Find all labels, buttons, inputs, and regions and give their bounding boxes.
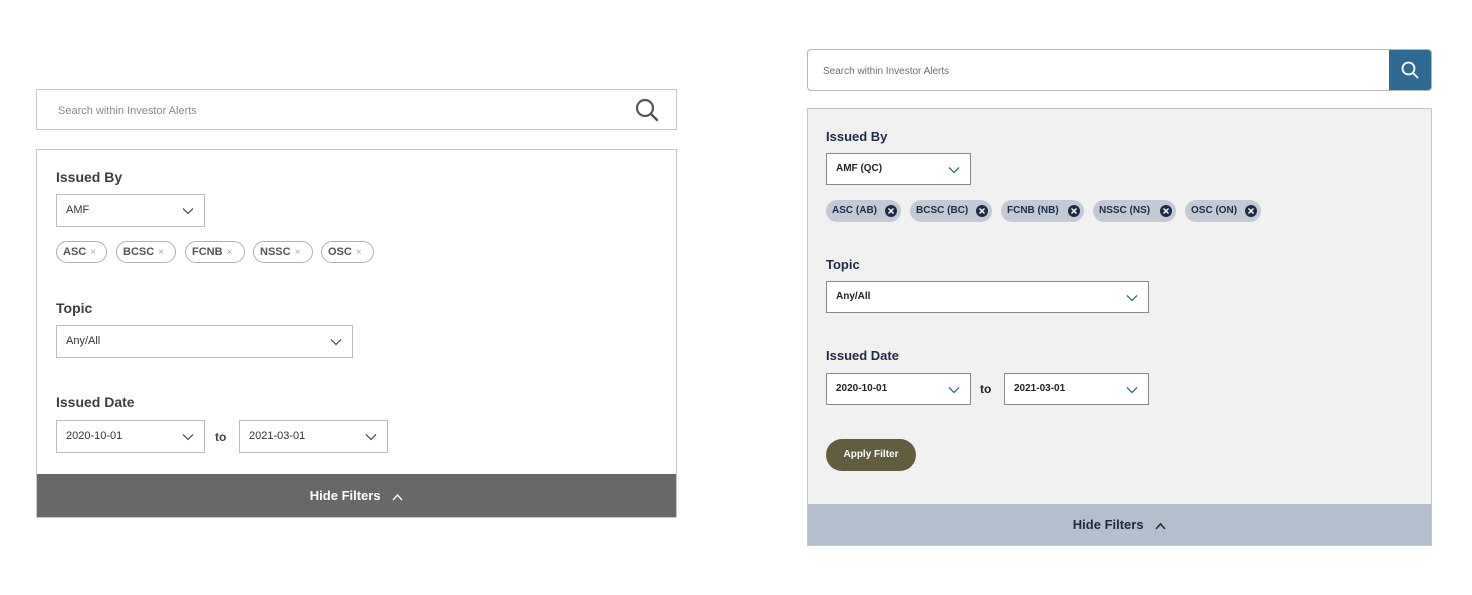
hide-filters-button[interactable]: Hide Filters <box>37 474 676 517</box>
chip-nssc-ns[interactable]: NSSC (NS) <box>1093 200 1176 222</box>
chip-osc-on[interactable]: OSC (ON) <box>1185 200 1261 222</box>
remove-icon[interactable] <box>976 205 988 217</box>
topic-select[interactable]: Any/All <box>56 325 353 358</box>
issued-by-select[interactable]: AMF (QC) <box>826 153 971 185</box>
right-search-bar <box>807 49 1432 91</box>
search-icon[interactable] <box>635 98 659 122</box>
chevron-down-icon <box>948 167 960 174</box>
chip-osc[interactable]: OSC × <box>321 241 374 263</box>
issued-by-value: AMF <box>66 204 90 216</box>
date-to-select[interactable]: 2021-03-01 <box>239 420 388 453</box>
remove-icon[interactable]: × <box>227 247 233 258</box>
chip-label: BCSC (BC) <box>916 205 969 216</box>
chip-label: FCNB (NB) <box>1007 205 1059 216</box>
date-to-value: 2021-03-01 <box>249 430 306 442</box>
chip-asc-ab[interactable]: ASC (AB) <box>826 200 901 222</box>
chip-fcnb-nb[interactable]: FCNB (NB) <box>1001 200 1084 222</box>
hide-filters-label: Hide Filters <box>1072 517 1144 532</box>
topic-label: Topic <box>56 300 93 316</box>
remove-icon[interactable] <box>1068 205 1080 217</box>
chip-nssc[interactable]: NSSC × <box>253 241 313 263</box>
remove-icon[interactable]: × <box>158 247 164 258</box>
remove-icon[interactable]: × <box>295 247 301 258</box>
hide-filters-button[interactable]: Hide Filters <box>808 504 1431 545</box>
chevron-up-icon <box>392 493 403 501</box>
chip-bcsc[interactable]: BCSC × <box>116 241 176 263</box>
topic-label: Topic <box>826 257 860 272</box>
apply-filter-button[interactable]: Apply Filter <box>826 439 916 471</box>
chevron-down-icon <box>1126 387 1138 394</box>
right-filter-panel: Issued By AMF (QC) ASC (AB) BCSC (BC) FC… <box>807 108 1432 546</box>
hide-filters-label: Hide Filters <box>309 488 381 503</box>
date-from-select[interactable]: 2020-10-01 <box>56 420 205 453</box>
left-filter-panel: Issued By AMF ASC × BCSC × FCNB × NSSC × OSC… <box>36 149 677 518</box>
chip-bcsc-bc[interactable]: BCSC (BC) <box>910 200 992 222</box>
left-search-input[interactable] <box>56 90 620 131</box>
chevron-down-icon <box>948 387 960 394</box>
issued-by-label: Issued By <box>826 129 888 144</box>
chip-label: FCNB <box>192 246 223 258</box>
left-search-bar <box>36 89 677 131</box>
chip-label: NSSC (NS) <box>1099 205 1151 216</box>
issued-by-select[interactable]: AMF <box>56 194 205 227</box>
chip-label: ASC <box>63 246 87 258</box>
date-from-value: 2020-10-01 <box>66 430 123 442</box>
chevron-down-icon <box>1126 295 1138 302</box>
date-to-value: 2021-03-01 <box>1014 383 1066 394</box>
topic-value: Any/All <box>836 291 871 302</box>
issued-date-label: Issued Date <box>56 394 135 410</box>
chip-label: OSC <box>328 246 352 258</box>
issued-by-value: AMF (QC) <box>836 163 883 174</box>
chevron-down-icon <box>330 339 342 346</box>
chip-fcnb[interactable]: FCNB × <box>185 241 245 263</box>
date-from-select[interactable]: 2020-10-01 <box>826 373 971 405</box>
chevron-down-icon <box>182 434 194 441</box>
chip-label: NSSC <box>260 246 291 258</box>
search-icon <box>1401 61 1419 79</box>
date-from-value: 2020-10-01 <box>836 383 888 394</box>
chip-asc[interactable]: ASC × <box>56 241 107 263</box>
remove-icon[interactable] <box>885 205 897 217</box>
date-range-to-label: to <box>215 430 227 444</box>
issued-date-label: Issued Date <box>826 348 899 363</box>
right-search-input[interactable] <box>821 50 1385 90</box>
chevron-down-icon <box>365 434 377 441</box>
remove-icon[interactable]: × <box>90 247 96 258</box>
chip-label: ASC (AB) <box>832 205 877 216</box>
chip-label: BCSC <box>123 246 155 258</box>
remove-icon[interactable]: × <box>356 247 362 258</box>
chevron-up-icon <box>1155 522 1166 530</box>
date-to-select[interactable]: 2021-03-01 <box>1004 373 1149 405</box>
issued-by-label: Issued By <box>56 169 123 185</box>
remove-icon[interactable] <box>1160 205 1172 217</box>
topic-value: Any/All <box>66 335 101 347</box>
chevron-down-icon <box>182 208 194 215</box>
remove-icon[interactable] <box>1245 205 1257 217</box>
chip-label: OSC (ON) <box>1191 205 1238 216</box>
search-button[interactable] <box>1389 50 1431 90</box>
topic-select[interactable]: Any/All <box>826 281 1149 313</box>
date-range-to-label: to <box>980 382 992 396</box>
